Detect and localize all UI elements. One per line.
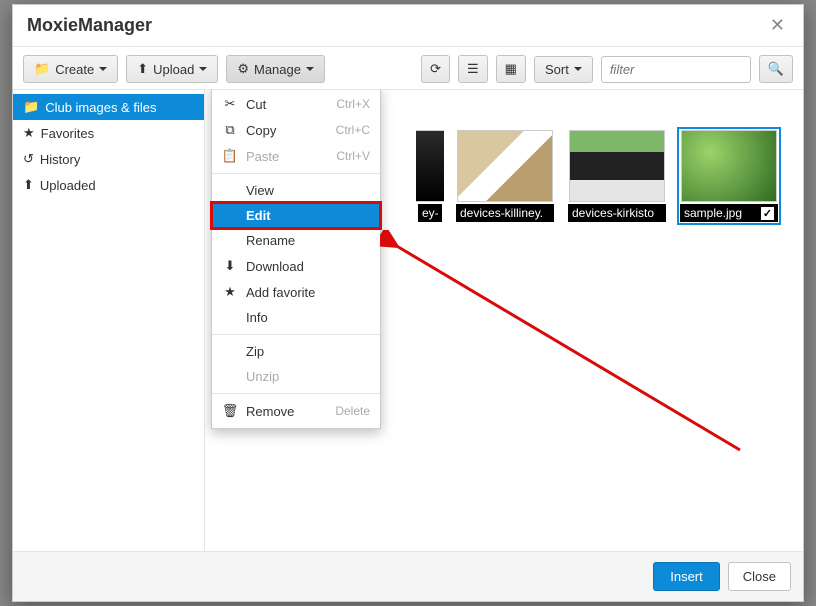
cm-separator <box>212 173 380 174</box>
grid-icon: ▦ <box>505 61 517 77</box>
cm-label: Add favorite <box>246 285 315 300</box>
search-icon: 🔍 <box>768 61 784 77</box>
sidebar-item-uploaded[interactable]: ⬆ Uploaded <box>13 172 204 198</box>
clock-icon: ↺ <box>23 151 34 167</box>
body: 📁 Club images & files ★ Favorites ↺ Hist… <box>13 90 803 551</box>
checkmark-icon: ✓ <box>761 207 774 220</box>
sidebar-item-club-images[interactable]: 📁 Club images & files <box>13 94 204 120</box>
cm-label: Paste <box>246 149 279 164</box>
cm-label: Info <box>246 310 268 325</box>
grid-view-button[interactable]: ▦ <box>496 55 526 83</box>
cm-download[interactable]: ⬇ Download <box>212 253 380 279</box>
cm-label: Edit <box>246 208 271 223</box>
thumbnail-label: ey- <box>418 204 442 222</box>
thumbnail-image <box>457 130 553 202</box>
upload-icon: ⬆ <box>137 61 148 77</box>
thumbnail-image <box>681 130 777 202</box>
cm-label: Copy <box>246 123 276 138</box>
cm-separator <box>212 334 380 335</box>
moxie-dialog: MoxieManager ✕ 📁 Create ⬆ Upload ⚙ Manag… <box>12 4 804 602</box>
upload-label: Upload <box>153 62 194 77</box>
caret-down-icon <box>99 67 107 71</box>
download-icon: ⬇ <box>222 258 238 274</box>
cm-shortcut: Ctrl+X <box>336 97 370 111</box>
cm-view[interactable]: View <box>212 178 380 203</box>
sidebar-item-history[interactable]: ↺ History <box>13 146 204 172</box>
list-view-button[interactable]: ☰ <box>458 55 488 83</box>
cm-cut[interactable]: ✂ Cut Ctrl+X <box>212 91 380 117</box>
thumbnail-item[interactable]: ey- <box>415 127 445 225</box>
cm-unzip: Unzip <box>212 364 380 389</box>
trash-icon: 🗑 <box>222 403 238 419</box>
close-button[interactable]: Close <box>728 562 791 591</box>
sort-label: Sort <box>545 62 569 77</box>
thumbnail-item[interactable]: devices-kirkisto <box>565 127 669 225</box>
manage-context-menu: ✂ Cut Ctrl+X ⧉ Copy Ctrl+C 📋 Paste Ctrl+… <box>211 90 381 429</box>
gear-icon: ⚙ <box>237 61 249 77</box>
create-label: Create <box>55 62 94 77</box>
sidebar-item-label: Favorites <box>41 126 94 141</box>
filter-input[interactable] <box>601 56 751 83</box>
cm-label: Unzip <box>246 369 279 384</box>
copy-icon: ⧉ <box>222 122 238 138</box>
thumbnail-image <box>569 130 665 202</box>
star-icon: ★ <box>222 284 238 300</box>
cm-shortcut: Ctrl+V <box>336 149 370 163</box>
insert-button[interactable]: Insert <box>653 562 720 591</box>
thumbnail-label: devices-kirkisto <box>568 204 666 222</box>
annotation-arrow <box>380 230 760 460</box>
paste-icon: 📋 <box>222 148 238 164</box>
cm-remove[interactable]: 🗑 Remove Delete <box>212 398 380 424</box>
cm-copy[interactable]: ⧉ Copy Ctrl+C <box>212 117 380 143</box>
cm-separator <box>212 393 380 394</box>
thumbnail-label: devices-killiney. <box>456 204 554 222</box>
cm-rename[interactable]: Rename <box>212 228 380 253</box>
caret-down-icon <box>574 67 582 71</box>
cm-label: Zip <box>246 344 264 359</box>
dialog-footer: Insert Close <box>13 551 803 601</box>
toolbar: 📁 Create ⬆ Upload ⚙ Manage ⟳ ☰ ▦ Sort <box>13 47 803 90</box>
dialog-title: MoxieManager <box>27 15 152 36</box>
content-area: C gn .. ey- devices-killiney. <box>205 90 803 551</box>
caret-down-icon <box>306 67 314 71</box>
cm-edit[interactable]: Edit <box>212 203 380 228</box>
manage-label: Manage <box>254 62 301 77</box>
thumbnail-image <box>415 130 445 202</box>
sidebar-item-label: History <box>40 152 80 167</box>
thumbnail-item[interactable]: devices-killiney. <box>453 127 557 225</box>
dialog-header: MoxieManager ✕ <box>13 5 803 47</box>
cm-zip[interactable]: Zip <box>212 339 380 364</box>
cm-label: Remove <box>246 404 294 419</box>
sidebar-item-label: Uploaded <box>40 178 96 193</box>
sort-button[interactable]: Sort <box>534 56 593 83</box>
dialog-close-icon[interactable]: ✕ <box>766 15 789 36</box>
refresh-button[interactable]: ⟳ <box>421 55 450 83</box>
cm-paste: 📋 Paste Ctrl+V <box>212 143 380 169</box>
folder-plus-icon: 📁 <box>34 61 50 77</box>
cm-info[interactable]: Info <box>212 305 380 330</box>
sidebar-item-favorites[interactable]: ★ Favorites <box>13 120 204 146</box>
upload-icon: ⬆ <box>23 177 34 193</box>
folder-icon: 📁 <box>23 99 39 115</box>
cm-shortcut: Ctrl+C <box>336 123 370 137</box>
sidebar: 📁 Club images & files ★ Favorites ↺ Hist… <box>13 90 205 551</box>
thumbnail-label: sample.jpg ✓ <box>680 204 778 222</box>
manage-button[interactable]: ⚙ Manage <box>226 55 325 83</box>
cm-add-favorite[interactable]: ★ Add favorite <box>212 279 380 305</box>
search-button[interactable]: 🔍 <box>759 55 793 83</box>
cm-label: View <box>246 183 274 198</box>
scissors-icon: ✂ <box>222 96 238 112</box>
caret-down-icon <box>199 67 207 71</box>
cm-label: Rename <box>246 233 295 248</box>
cm-shortcut: Delete <box>335 404 370 418</box>
cm-label: Download <box>246 259 304 274</box>
upload-button[interactable]: ⬆ Upload <box>126 55 218 83</box>
star-icon: ★ <box>23 125 35 141</box>
list-icon: ☰ <box>467 61 479 77</box>
create-button[interactable]: 📁 Create <box>23 55 118 83</box>
sidebar-item-label: Club images & files <box>45 100 156 115</box>
thumbnail-item[interactable]: sample.jpg ✓ <box>677 127 781 225</box>
cm-label: Cut <box>246 97 266 112</box>
refresh-icon: ⟳ <box>430 61 441 77</box>
